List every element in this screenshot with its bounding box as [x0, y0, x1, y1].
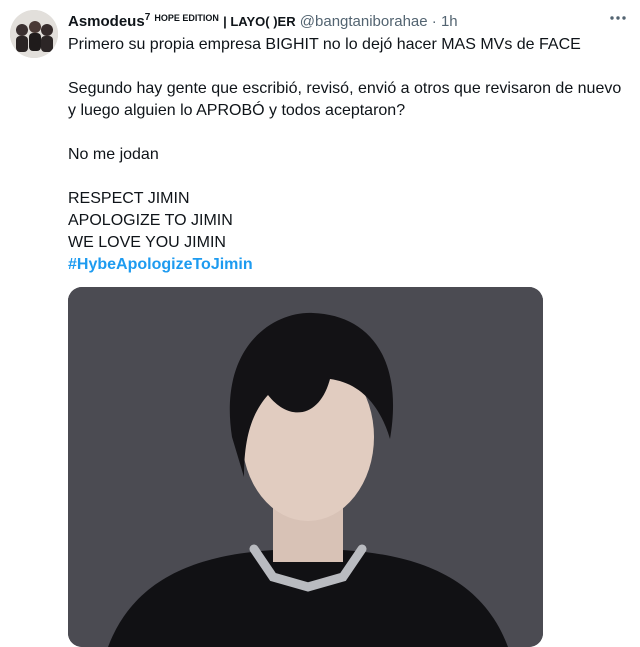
hashtag-link[interactable]: #HybeApologizeToJimin — [68, 256, 253, 273]
closing-line-2: APOLOGIZE TO JIMIN — [68, 212, 233, 229]
timestamp[interactable]: 1h — [441, 13, 458, 30]
avatar[interactable] — [10, 10, 58, 58]
paragraph-2: Segundo hay gente que escribió, revisó, … — [68, 80, 622, 119]
closing-line-1: RESPECT JIMIN — [68, 190, 190, 207]
more-options-button[interactable] — [604, 6, 632, 34]
tweet-header: Asmodeus7 HOPE EDITION | LAYO( )ER @bang… — [68, 8, 600, 30]
tweet-media[interactable] — [68, 287, 543, 647]
display-name[interactable]: Asmodeus7 HOPE EDITION | LAYO( )ER — [68, 12, 296, 30]
ellipsis-icon — [608, 8, 628, 33]
user-handle[interactable]: @bangtaniborahae — [300, 13, 428, 30]
paragraph-3: No me jodan — [68, 146, 159, 163]
paragraph-1: Primero su propia empresa BIGHIT no lo d… — [68, 36, 581, 53]
portrait-placeholder — [68, 287, 543, 647]
tweet-text: Primero su propia empresa BIGHIT no lo d… — [68, 34, 628, 276]
meta-separator: · — [431, 13, 437, 30]
closing-line-3: WE LOVE YOU JIMIN — [68, 234, 226, 251]
